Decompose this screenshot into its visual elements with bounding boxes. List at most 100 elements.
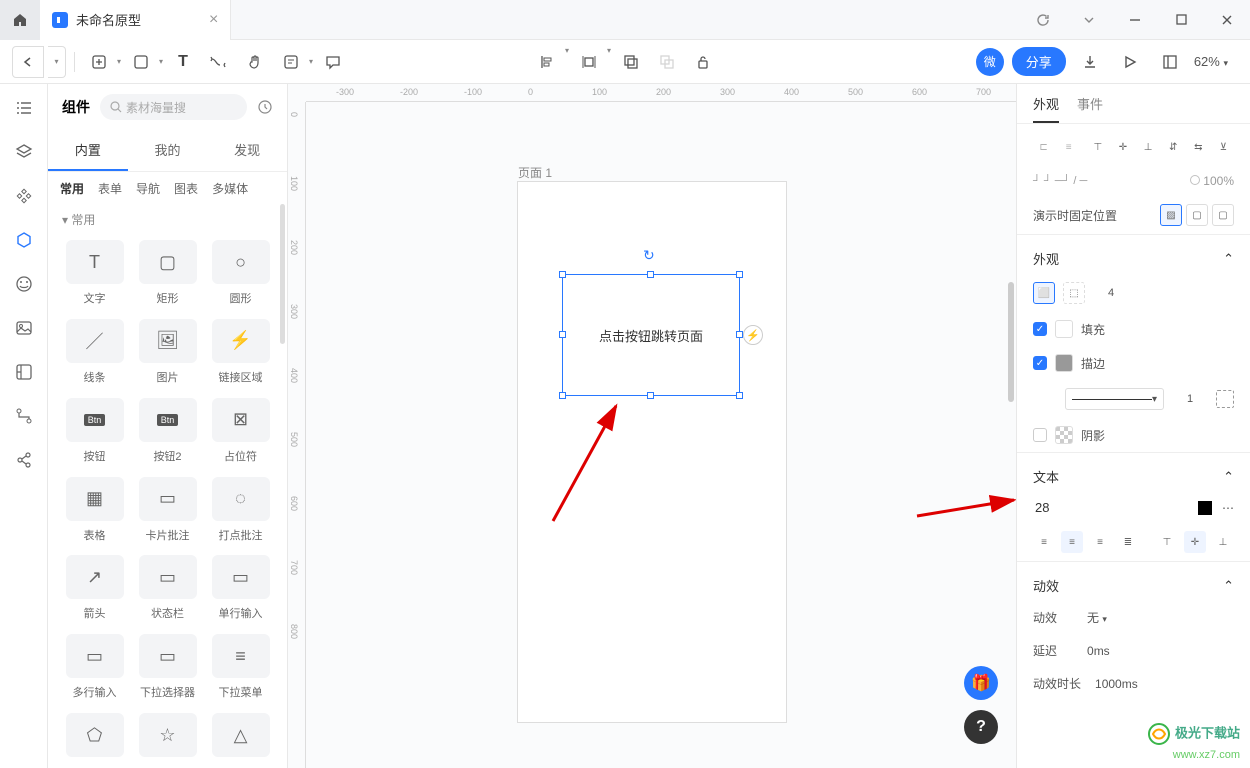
text-align-left-icon[interactable]: ≡	[1033, 531, 1055, 553]
history-icon[interactable]	[257, 99, 273, 115]
component-item[interactable]: T文字	[62, 240, 127, 311]
shadow-color-swatch[interactable]	[1055, 426, 1073, 444]
component-item[interactable]: ⚡链接区域	[208, 319, 273, 390]
panels-button[interactable]	[1154, 46, 1186, 78]
component-item[interactable]: ▭卡片批注	[135, 477, 200, 548]
resize-handle-w[interactable]	[559, 331, 566, 338]
source-tab-builtin[interactable]: 内置	[48, 130, 128, 171]
source-tab-mine[interactable]: 我的	[128, 130, 208, 171]
anim-select[interactable]: 无 ▾	[1087, 609, 1107, 626]
text-align-right-icon[interactable]: ≡	[1089, 531, 1111, 553]
component-item[interactable]: ☆	[135, 713, 200, 762]
collapse-icon[interactable]: ⌃	[1223, 578, 1234, 594]
distribute-tool[interactable]	[573, 46, 605, 78]
radius-uniform-icon[interactable]: ⬜	[1033, 282, 1055, 304]
tab-appearance[interactable]: 外观	[1033, 94, 1059, 123]
help-button[interactable]: ?	[964, 710, 998, 744]
rail-emoji-icon[interactable]	[12, 272, 36, 296]
rail-share-icon[interactable]	[12, 448, 36, 472]
resize-handle-s[interactable]	[647, 392, 654, 399]
dropdown-button[interactable]	[1066, 0, 1112, 40]
cat-media[interactable]: 多媒体	[212, 180, 248, 197]
align-baseline-icon[interactable]: ⊻	[1213, 136, 1234, 158]
align-v-bot-icon[interactable]: ⊥	[1138, 136, 1159, 158]
fill-checkbox[interactable]: ✓	[1033, 322, 1047, 336]
fixed-pos-opt3[interactable]: ▢	[1212, 204, 1234, 226]
lock-tool[interactable]	[687, 46, 719, 78]
resize-handle-nw[interactable]	[559, 271, 566, 278]
resize-handle-ne[interactable]	[736, 271, 743, 278]
text-more-icon[interactable]: ⋯	[1222, 501, 1234, 515]
radius-individual-icon[interactable]: ⬚	[1063, 282, 1085, 304]
component-item[interactable]: ／线条	[62, 319, 127, 390]
document-tab[interactable]: 未命名原型 ×	[40, 0, 231, 40]
cat-form[interactable]: 表单	[98, 180, 122, 197]
stroke-checkbox[interactable]: ✓	[1033, 356, 1047, 370]
component-item[interactable]: 🖼图片	[135, 319, 200, 390]
home-button[interactable]	[0, 0, 40, 40]
add-tool[interactable]	[83, 46, 115, 78]
group-tool[interactable]	[615, 46, 647, 78]
resize-handle-e[interactable]	[736, 331, 743, 338]
rail-assets-icon[interactable]	[12, 184, 36, 208]
shadow-checkbox[interactable]	[1033, 428, 1047, 442]
canvas[interactable]: -300-200-1000100200300400500600700 01002…	[288, 84, 1016, 768]
text-color-swatch[interactable]	[1198, 501, 1212, 515]
shape-tool[interactable]	[125, 46, 157, 78]
delay-input[interactable]: 0ms	[1087, 644, 1110, 658]
component-item[interactable]: ↗箭头	[62, 555, 127, 626]
component-item[interactable]: Btn按钮2	[135, 398, 200, 469]
duration-input[interactable]: 1000ms	[1095, 677, 1138, 691]
align-h-left-icon[interactable]: ⊏	[1033, 136, 1054, 158]
play-button[interactable]	[1114, 46, 1146, 78]
minimize-button[interactable]	[1112, 0, 1158, 40]
rail-flow-icon[interactable]	[12, 404, 36, 428]
text-tool[interactable]: T	[167, 46, 199, 78]
panel-scrollbar[interactable]	[280, 204, 285, 344]
share-button[interactable]: 分享	[1012, 47, 1066, 76]
rotate-handle-icon[interactable]: ↻	[643, 247, 655, 264]
rail-components-icon[interactable]	[12, 228, 36, 252]
component-item[interactable]: ▦表格	[62, 477, 127, 548]
close-window-button[interactable]	[1204, 0, 1250, 40]
note-tool[interactable]	[275, 46, 307, 78]
rail-image-icon[interactable]	[12, 316, 36, 340]
component-item[interactable]: Btn按钮	[62, 398, 127, 469]
text-valign-bot-icon[interactable]: ⊥	[1212, 531, 1234, 553]
fixed-pos-opt1[interactable]: ▨	[1160, 204, 1182, 226]
collapse-icon[interactable]: ⌃	[1223, 469, 1234, 485]
canvas-scrollbar[interactable]	[1008, 282, 1014, 402]
maximize-button[interactable]	[1158, 0, 1204, 40]
component-item[interactable]: ▭多行输入	[62, 634, 127, 705]
close-tab-icon[interactable]: ×	[209, 11, 218, 29]
align-tool[interactable]	[531, 46, 563, 78]
rail-outline-icon[interactable]	[12, 96, 36, 120]
text-align-justify-icon[interactable]: ≣	[1117, 531, 1139, 553]
source-tab-discover[interactable]: 发现	[207, 130, 287, 171]
stroke-options-icon[interactable]	[1216, 390, 1234, 408]
zoom-level[interactable]: 62% ▾	[1194, 54, 1238, 69]
gift-button[interactable]: 🎁	[964, 666, 998, 700]
hand-tool[interactable]	[239, 46, 271, 78]
connector-tool[interactable]	[203, 46, 235, 78]
refresh-button[interactable]	[1020, 0, 1066, 40]
align-h-center-icon[interactable]: ≡	[1058, 136, 1079, 158]
component-item[interactable]: ◌打点批注	[208, 477, 273, 548]
comment-tool[interactable]	[317, 46, 349, 78]
cat-chart[interactable]: 图表	[174, 180, 198, 197]
align-stretch-h-icon[interactable]: ⇆	[1188, 136, 1209, 158]
back-dropdown[interactable]: ▾	[48, 46, 66, 78]
search-input[interactable]: 素材海量搜	[100, 94, 247, 120]
stroke-color-swatch[interactable]	[1055, 354, 1073, 372]
page-label[interactable]: 页面 1	[518, 164, 552, 181]
font-size-input[interactable]: 28	[1033, 500, 1049, 515]
component-item[interactable]: ⊠占位符	[208, 398, 273, 469]
align-v-mid-icon[interactable]: ✛	[1112, 136, 1133, 158]
component-item[interactable]: ▭状态栏	[135, 555, 200, 626]
cat-common[interactable]: 常用	[60, 180, 84, 197]
micro-button[interactable]: 微	[976, 48, 1004, 76]
fixed-pos-opt2[interactable]: ▢	[1186, 204, 1208, 226]
component-item[interactable]: ▭单行输入	[208, 555, 273, 626]
stroke-style-select[interactable]: ▾	[1065, 388, 1164, 410]
align-stretch-v-icon[interactable]: ⇵	[1163, 136, 1184, 158]
